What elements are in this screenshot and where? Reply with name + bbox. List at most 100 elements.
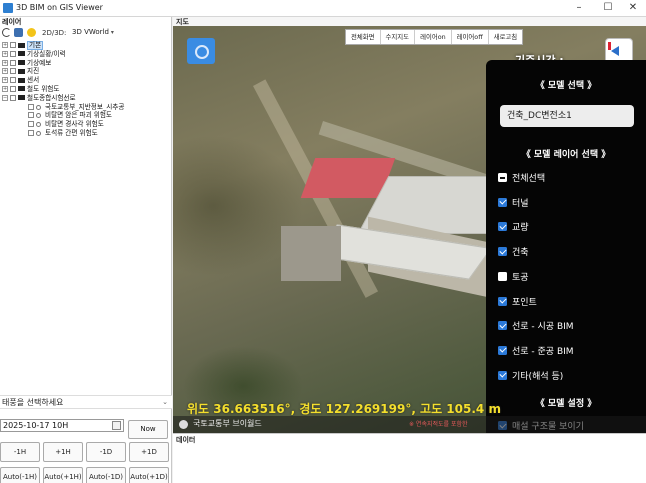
layer-node-icon: [36, 104, 41, 110]
model-layer-title: 《 모델 레이어 선택 》: [521, 150, 611, 160]
minus-1d-button[interactable]: -1D: [86, 442, 126, 462]
model-layer-option-label: 토공: [512, 272, 529, 283]
layer-checkbox[interactable]: [10, 85, 16, 92]
layer-tree-label: 지진: [27, 67, 40, 76]
now-button[interactable]: Now: [128, 420, 168, 439]
layer-panel-header: 레이어: [2, 18, 22, 26]
fullscreen-button[interactable]: 전체화면: [346, 30, 381, 44]
datetime-value: 2025-10-17 10H: [3, 421, 69, 430]
layer-checkbox[interactable]: [10, 77, 16, 84]
model-layer-option[interactable]: 전체선택: [498, 172, 545, 186]
map-view[interactable]: 전체화면 수지지도 레이어on 레이어off 새로고침 기준시간 : 《 모델 …: [173, 26, 646, 433]
checkbox[interactable]: [498, 222, 507, 232]
checkbox[interactable]: [498, 271, 507, 281]
checkbox[interactable]: [498, 321, 507, 331]
auto-minus-1d-button[interactable]: Auto(-1D): [86, 467, 126, 483]
minus-1h-button[interactable]: -1H: [0, 442, 40, 462]
map-layer-button[interactable]: [187, 38, 215, 64]
layer-tree-item[interactable]: + 기상예보: [0, 59, 171, 68]
refresh-button[interactable]: 새로고침: [489, 30, 523, 44]
model-layer-option[interactable]: 터널: [498, 197, 529, 211]
folder-icon: [18, 86, 25, 92]
checkbox[interactable]: [498, 296, 507, 306]
checkbox[interactable]: [498, 173, 507, 182]
minimize-button[interactable]: –: [566, 1, 592, 15]
layer-tree-item[interactable]: 비탈면 경사각 위험도: [0, 120, 171, 129]
checkbox[interactable]: [498, 197, 507, 207]
layer-checkbox[interactable]: [10, 59, 16, 66]
expand-icon[interactable]: +: [2, 50, 8, 57]
layer-on-button[interactable]: 레이어on: [415, 30, 452, 44]
expand-icon[interactable]: +: [2, 77, 8, 84]
layer-checkbox[interactable]: [10, 94, 16, 101]
title-bar: 3D BIM on GIS Viewer – ☐ ✕: [0, 0, 646, 17]
vworld-logo-icon: [179, 420, 188, 429]
layer-tree-item[interactable]: + 지진: [0, 67, 171, 76]
model-layer-option-label: 기타(해석 등): [512, 371, 564, 382]
calendar-icon[interactable]: [112, 421, 121, 430]
chevron-down-icon: ▾: [110, 29, 114, 36]
model-layer-option[interactable]: 포인트: [498, 296, 537, 310]
refresh-icon[interactable]: [2, 28, 11, 37]
plus-1h-button[interactable]: +1H: [43, 442, 83, 462]
model-layer-option[interactable]: 기타(해석 등): [498, 370, 563, 384]
layer-tree-item[interactable]: + 철도 위험도: [0, 85, 171, 94]
layer-checkbox[interactable]: [10, 42, 16, 48]
layer-tree-item[interactable]: + 센서: [0, 76, 171, 85]
datetime-input[interactable]: 2025-10-17 10H: [0, 419, 124, 432]
model-layer-option[interactable]: 토공: [498, 271, 529, 285]
auto-plus-1h-button[interactable]: Auto(+1H): [43, 467, 83, 483]
layer-tree-label: 철도 위험도: [27, 84, 60, 93]
mode-select[interactable]: 3D VWorld ▾: [70, 27, 120, 38]
layer-tree: + 기본 + 기상실황/이력 + 기상예보 + 지진 + 센서 + 철도 위험도 − 철도종합시험선로 국토…: [0, 41, 171, 138]
layer-tree-item[interactable]: − 철도종합시험선로: [0, 94, 171, 103]
model-layer-option[interactable]: 건축: [498, 246, 529, 260]
checkbox[interactable]: [498, 345, 507, 355]
layer-checkbox[interactable]: [28, 121, 34, 128]
base-map-button[interactable]: 수지지도: [381, 30, 416, 44]
layer-tree-label: 센서: [27, 76, 40, 85]
sun-icon[interactable]: [27, 28, 36, 37]
maximize-button[interactable]: ☐: [595, 1, 621, 15]
typhoon-select-placeholder: 태풍을 선택하세요: [2, 398, 64, 407]
model-select[interactable]: 건축_DC변전소1: [500, 105, 634, 127]
model-layer-option[interactable]: 교량: [498, 221, 529, 235]
layer-checkbox[interactable]: [28, 103, 34, 110]
expand-icon[interactable]: +: [2, 59, 8, 66]
layer-tree-label: 토석류 간편 위험도: [45, 128, 98, 137]
layer-tree-item[interactable]: + 기본: [0, 41, 171, 50]
expand-icon[interactable]: +: [2, 42, 8, 48]
model-layer-option-label: 교량: [512, 223, 529, 234]
layer-tree-item[interactable]: + 기상실황/이력: [0, 50, 171, 59]
mode-select-value: 3D VWorld: [72, 28, 109, 36]
layer-checkbox[interactable]: [10, 50, 16, 57]
layer-toolbar: 2D/3D: 3D VWorld ▾: [2, 27, 170, 40]
expand-icon[interactable]: +: [2, 85, 8, 92]
layer-checkbox[interactable]: [10, 68, 16, 75]
model-layer-option[interactable]: 선로 - 시공 BIM: [498, 320, 574, 334]
model-layer-option-label: 선로 - 준공 BIM: [512, 346, 574, 357]
map-toolbar: 전체화면 수지지도 레이어on 레이어off 새로고침: [345, 29, 524, 45]
footer-attribution: 국토교통부 브이월드: [193, 419, 262, 428]
layer-tree-label: 비탈면 암은 파괴 위험도: [45, 111, 112, 120]
collapse-icon[interactable]: −: [2, 94, 8, 101]
checkbox[interactable]: [498, 370, 507, 380]
globe-icon[interactable]: [14, 28, 23, 37]
layer-tree-label: 기본: [27, 41, 44, 50]
layer-tree-item[interactable]: 토석류 간편 위험도: [0, 129, 171, 138]
model-layer-option[interactable]: 선로 - 준공 BIM: [498, 345, 574, 359]
layer-checkbox[interactable]: [28, 112, 34, 119]
expand-icon[interactable]: +: [2, 68, 8, 75]
folder-icon: [18, 60, 25, 66]
auto-plus-1d-button[interactable]: Auto(+1D): [129, 467, 169, 483]
layer-tree-item[interactable]: 비탈면 암은 파괴 위험도: [0, 111, 171, 120]
close-button[interactable]: ✕: [620, 1, 646, 15]
model-layer-option-label: 건축: [512, 248, 529, 259]
layer-checkbox[interactable]: [28, 129, 34, 136]
plus-1d-button[interactable]: +1D: [129, 442, 169, 462]
retaining-wall: [281, 226, 341, 281]
layer-off-button[interactable]: 레이어off: [452, 30, 489, 44]
auto-minus-1h-button[interactable]: Auto(-1H): [0, 467, 40, 483]
typhoon-select[interactable]: 태풍을 선택하세요 ⌄: [0, 395, 172, 409]
checkbox[interactable]: [498, 247, 507, 257]
